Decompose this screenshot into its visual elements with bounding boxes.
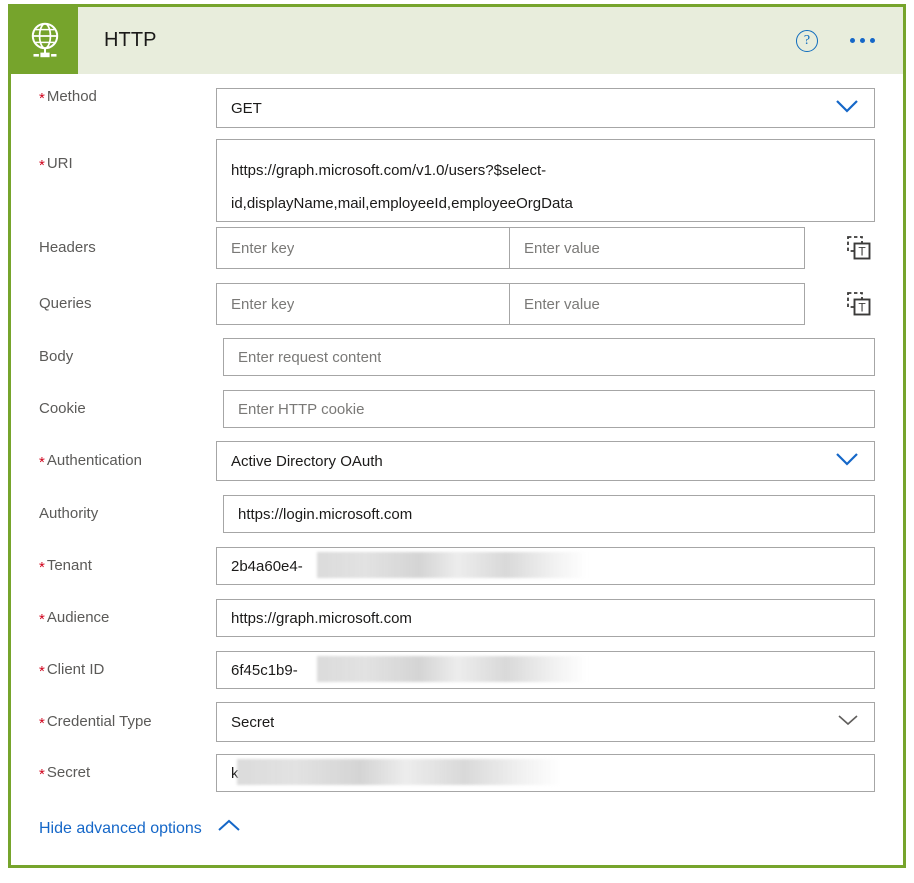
label-audience: * Audience bbox=[39, 609, 110, 628]
required-marker: * bbox=[39, 157, 45, 174]
field-row-authority: Authority https://login.microsoft.com bbox=[11, 495, 903, 533]
field-row-method: * Method GET bbox=[11, 88, 903, 128]
header-actions: ? bbox=[796, 29, 903, 52]
hide-advanced-options-link[interactable]: Hide advanced options bbox=[39, 819, 242, 838]
queries-value-placeholder: Enter value bbox=[524, 295, 600, 313]
ellipsis-dot bbox=[850, 38, 855, 43]
authentication-value: Active Directory OAuth bbox=[231, 452, 383, 470]
label-authentication: * Authentication bbox=[39, 452, 142, 471]
label-body: Body bbox=[39, 348, 74, 365]
field-row-queries: Queries Enter key Enter value T bbox=[11, 283, 903, 325]
card-body: * Method GET * URI https://graph.microsoft… bbox=[11, 74, 903, 865]
client-id-input[interactable]: 6f45c1b9- bbox=[216, 651, 875, 689]
label-method: * Method bbox=[39, 88, 97, 107]
headers-key-placeholder: Enter key bbox=[231, 239, 295, 257]
redacted-overlay bbox=[317, 656, 587, 682]
credential-type-value: Secret bbox=[231, 713, 275, 731]
headers-value-input[interactable]: Enter value bbox=[510, 227, 805, 269]
field-row-uri: * URI https://graph.microsoft.com/v1.0/us… bbox=[11, 139, 903, 222]
field-row-cookie: Cookie Enter HTTP cookie bbox=[11, 390, 903, 428]
tenant-value: 2b4a60e4- bbox=[231, 557, 303, 575]
required-marker: * bbox=[39, 611, 45, 628]
secret-input[interactable]: k bbox=[216, 754, 875, 792]
label-secret: * Secret bbox=[39, 764, 91, 783]
field-row-audience: * Audience https://graph.microsoft.com bbox=[11, 599, 903, 637]
tenant-input[interactable]: 2b4a60e4- bbox=[216, 547, 875, 585]
more-options-icon[interactable] bbox=[848, 32, 877, 49]
audience-value: https://graph.microsoft.com bbox=[231, 609, 412, 627]
queries-value-input[interactable]: Enter value bbox=[510, 283, 805, 325]
authority-input[interactable]: https://login.microsoft.com bbox=[223, 495, 875, 533]
redacted-overlay bbox=[317, 552, 587, 578]
help-icon[interactable]: ? bbox=[796, 29, 818, 52]
uri-input[interactable]: https://graph.microsoft.com/v1.0/users?$… bbox=[216, 139, 875, 222]
body-input[interactable]: Enter request content bbox=[223, 338, 875, 376]
client-id-value: 6f45c1b9- bbox=[231, 661, 298, 679]
secret-value: k bbox=[231, 764, 239, 782]
field-row-client-id: * Client ID 6f45c1b9- bbox=[11, 651, 903, 689]
headers-value-placeholder: Enter value bbox=[524, 239, 600, 257]
required-marker: * bbox=[39, 663, 45, 680]
field-row-tenant: * Tenant 2b4a60e4- bbox=[11, 547, 903, 585]
field-row-credential-type: * Credential Type Secret bbox=[11, 702, 903, 742]
ellipsis-dot bbox=[870, 38, 875, 43]
uri-value-line-2: id,displayName,mail,employeeId,employeeO… bbox=[231, 195, 573, 212]
queries-key-input[interactable]: Enter key bbox=[216, 283, 510, 325]
field-row-headers: Headers Enter key Enter value T bbox=[11, 227, 903, 269]
label-tenant: * Tenant bbox=[39, 557, 92, 576]
required-marker: * bbox=[39, 559, 45, 576]
switch-to-text-mode-icon[interactable]: T bbox=[846, 291, 872, 317]
chevron-up-icon bbox=[216, 819, 242, 838]
http-action-card: HTTP ? * Method GET * URI https://graph.… bbox=[8, 4, 906, 868]
label-client-id: * Client ID bbox=[39, 661, 105, 680]
http-action-card-page: HTTP ? * Method GET * URI https://graph.… bbox=[0, 0, 914, 883]
label-queries: Queries bbox=[39, 295, 92, 312]
label-credential-type: * Credential Type bbox=[39, 713, 152, 732]
authentication-dropdown[interactable]: Active Directory OAuth bbox=[216, 441, 875, 481]
body-placeholder: Enter request content bbox=[238, 348, 382, 366]
required-marker: * bbox=[39, 715, 45, 732]
field-row-secret: * Secret k bbox=[11, 754, 903, 792]
label-authority: Authority bbox=[39, 505, 99, 522]
chevron-down-icon bbox=[834, 451, 860, 471]
globe-http-icon bbox=[11, 7, 78, 74]
audience-input[interactable]: https://graph.microsoft.com bbox=[216, 599, 875, 637]
chevron-down-icon bbox=[836, 713, 860, 731]
headers-key-input[interactable]: Enter key bbox=[216, 227, 510, 269]
hide-advanced-options-label: Hide advanced options bbox=[39, 819, 202, 837]
field-row-authentication: * Authentication Active Directory OAuth bbox=[11, 441, 903, 481]
svg-text:T: T bbox=[858, 300, 866, 314]
credential-type-dropdown[interactable]: Secret bbox=[216, 702, 875, 742]
chevron-down-icon bbox=[834, 98, 860, 118]
cookie-placeholder: Enter HTTP cookie bbox=[238, 400, 365, 418]
queries-key-placeholder: Enter key bbox=[231, 295, 295, 313]
page-title: HTTP bbox=[104, 29, 157, 51]
switch-to-text-mode-icon[interactable]: T bbox=[846, 235, 872, 261]
required-marker: * bbox=[39, 454, 45, 471]
method-value: GET bbox=[231, 99, 262, 117]
label-cookie: Cookie bbox=[39, 400, 86, 417]
field-row-body: Body Enter request content bbox=[11, 338, 903, 376]
label-headers: Headers bbox=[39, 239, 96, 256]
label-uri: * URI bbox=[39, 155, 73, 174]
cookie-input[interactable]: Enter HTTP cookie bbox=[223, 390, 875, 428]
required-marker: * bbox=[39, 766, 45, 783]
card-header: HTTP ? bbox=[11, 7, 903, 74]
svg-text:T: T bbox=[858, 244, 866, 258]
uri-value-line-1: https://graph.microsoft.com/v1.0/users?$… bbox=[231, 162, 547, 179]
required-marker: * bbox=[39, 90, 45, 107]
redacted-overlay bbox=[237, 759, 562, 785]
ellipsis-dot bbox=[860, 38, 865, 43]
method-dropdown[interactable]: GET bbox=[216, 88, 875, 128]
authority-value: https://login.microsoft.com bbox=[238, 505, 413, 523]
